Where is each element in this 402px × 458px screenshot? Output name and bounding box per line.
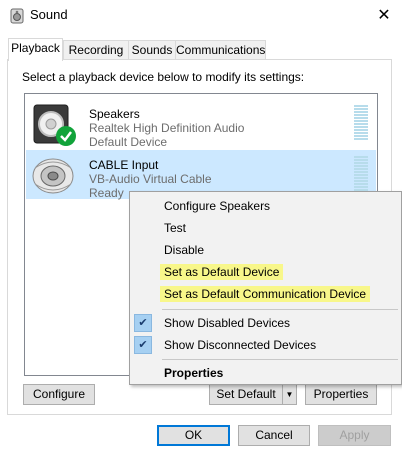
menu-item-label: Test xyxy=(164,221,187,235)
properties-button[interactable]: Properties xyxy=(305,384,377,405)
menu-item-properties[interactable]: Properties xyxy=(130,362,401,384)
tab-sounds[interactable]: Sounds xyxy=(128,40,176,60)
menu-item-label: Show Disabled Devices xyxy=(164,316,291,330)
device-name: CABLE Input xyxy=(89,158,159,172)
level-meter xyxy=(354,105,368,143)
menu-item-set-default-communication-device[interactable]: Set as Default Communication Device xyxy=(130,283,401,305)
device-status: Default Device xyxy=(89,135,168,149)
device-description: Realtek High Definition Audio xyxy=(89,121,245,135)
tab-communications[interactable]: Communications xyxy=(175,40,266,60)
cancel-button[interactable]: Cancel xyxy=(238,425,310,446)
menu-item-test[interactable]: Test xyxy=(130,217,401,239)
instruction-text: Select a playback device below to modify… xyxy=(22,70,305,84)
menu-item-label: Show Disconnected Devices xyxy=(164,338,317,352)
tab-label: Communications xyxy=(176,43,266,57)
apply-button[interactable]: Apply xyxy=(318,425,391,446)
menu-separator xyxy=(162,309,398,310)
tab-label: Playback xyxy=(11,41,60,55)
title-bar: Sound ✕ xyxy=(0,0,402,30)
device-item-speakers[interactable]: Speakers Realtek High Definition Audio D… xyxy=(26,99,376,149)
menu-item-label: Set as Default Device xyxy=(160,264,284,280)
tab-label: Recording xyxy=(68,43,124,57)
cable-icon xyxy=(32,158,74,194)
menu-item-label: Properties xyxy=(164,366,224,380)
menu-item-show-disconnected-devices[interactable]: ✔ Show Disconnected Devices xyxy=(130,334,401,356)
check-icon: ✔ xyxy=(134,336,152,354)
chevron-down-icon: ▼ xyxy=(285,390,294,399)
menu-item-label: Set as Default Communication Device xyxy=(160,286,371,302)
tab-label: Sounds xyxy=(131,43,173,57)
device-name: Speakers xyxy=(89,107,140,121)
menu-item-disable[interactable]: Disable xyxy=(130,239,401,261)
menu-separator xyxy=(162,359,398,360)
ok-button[interactable]: OK xyxy=(157,425,230,446)
level-meter xyxy=(354,156,368,194)
menu-item-configure-speakers[interactable]: Configure Speakers xyxy=(130,195,401,217)
menu-item-show-disabled-devices[interactable]: ✔ Show Disabled Devices xyxy=(130,312,401,334)
close-icon: ✕ xyxy=(377,7,391,24)
device-status: Ready xyxy=(89,186,124,200)
menu-item-set-default-device[interactable]: Set as Default Device xyxy=(130,261,401,283)
set-default-dropdown-button[interactable]: ▼ xyxy=(282,384,297,405)
menu-item-label: Configure Speakers xyxy=(164,199,271,213)
speaker-icon xyxy=(33,104,76,146)
check-icon: ✔ xyxy=(134,314,152,332)
close-button[interactable]: ✕ xyxy=(366,0,402,30)
menu-item-label: Disable xyxy=(164,243,205,257)
context-menu: Configure Speakers Test Disable Set as D… xyxy=(129,191,402,385)
configure-button[interactable]: Configure xyxy=(23,384,95,405)
tab-playback[interactable]: Playback xyxy=(8,38,63,61)
device-description: VB-Audio Virtual Cable xyxy=(89,172,212,186)
tab-recording[interactable]: Recording xyxy=(63,40,129,60)
window-title: Sound xyxy=(30,7,68,22)
speaker-title-icon xyxy=(10,8,24,24)
set-default-button[interactable]: Set Default xyxy=(209,384,283,405)
